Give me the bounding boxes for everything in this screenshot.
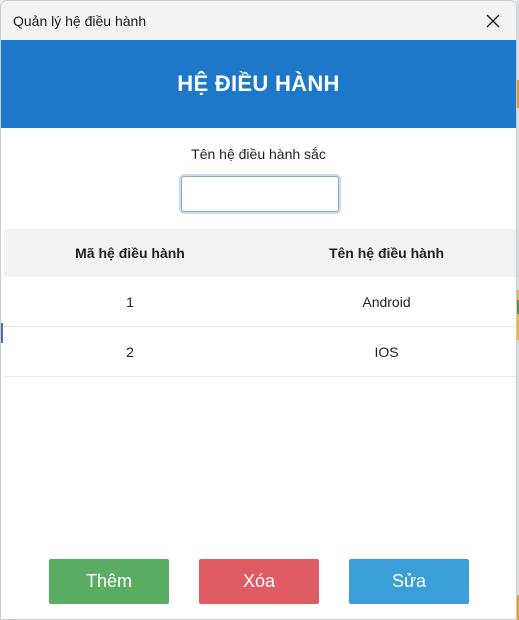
os-name-input[interactable] (181, 176, 339, 212)
title-bar[interactable]: Quản lý hệ điều hành (1, 1, 516, 40)
close-button[interactable] (470, 1, 516, 40)
delete-button[interactable]: Xóa (199, 559, 319, 604)
page-title: HỆ ĐIỀU HÀNH (177, 71, 340, 96)
close-icon (486, 14, 500, 27)
table-row[interactable]: 1 Android (4, 277, 516, 327)
table-row[interactable]: 2 IOS (4, 327, 516, 377)
os-table: Mã hệ điều hành Tên hệ điều hành 1 Andro… (4, 229, 516, 377)
cell-os-name: IOS (374, 343, 399, 360)
cell-os-name: Android (362, 293, 411, 310)
cell-os-id: 1 (126, 293, 134, 310)
header-banner: HỆ ĐIỀU HÀNH (1, 40, 516, 128)
add-button[interactable]: Thêm (49, 559, 169, 604)
os-management-dialog: Quản lý hệ điều hành HỆ ĐIỀU HÀNH Tên hệ… (0, 0, 517, 620)
window-title: Quản lý hệ điều hành (13, 13, 147, 29)
column-header-os-name: Tên hệ điều hành (328, 245, 445, 261)
cell-os-id: 2 (126, 343, 134, 360)
column-header-os-id: Mã hệ điều hành (75, 245, 185, 261)
background-window-edge (1, 323, 3, 343)
edit-button[interactable]: Sửa (349, 559, 469, 604)
os-name-label: Tên hệ điều hành sắc (191, 146, 326, 162)
table-header: Mã hệ điều hành Tên hệ điều hành (4, 229, 516, 277)
